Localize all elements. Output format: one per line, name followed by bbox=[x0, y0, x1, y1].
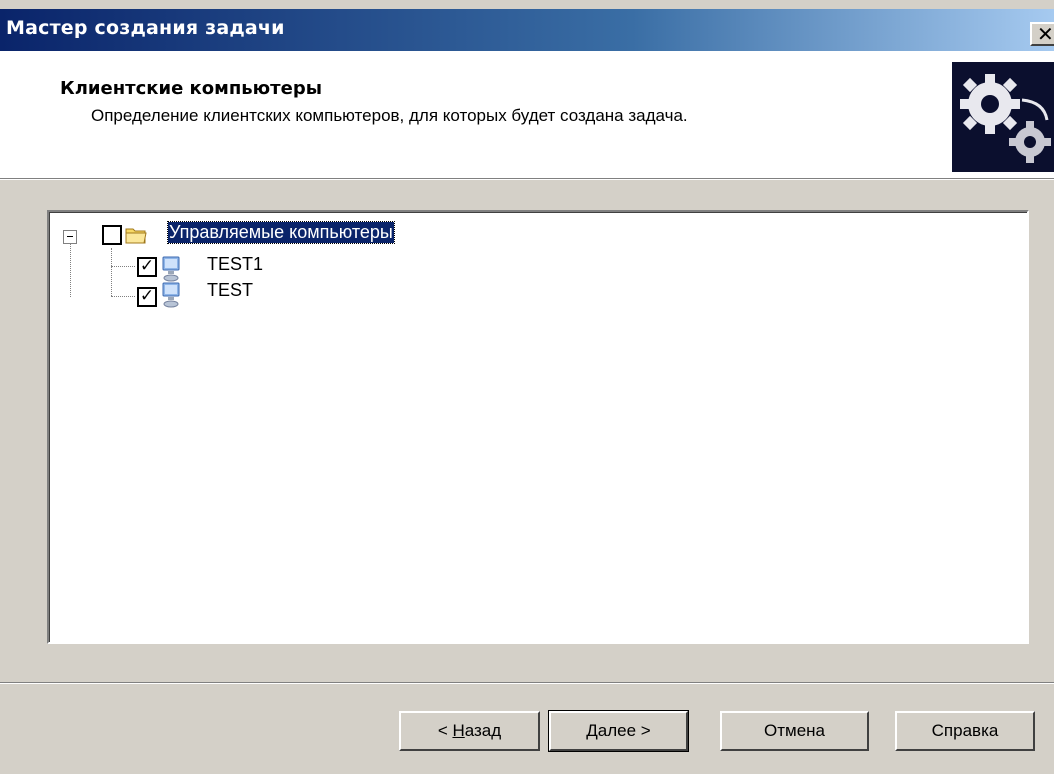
computer-icon bbox=[162, 256, 180, 282]
footer-separator bbox=[0, 682, 1054, 684]
page-title: Клиентские компьютеры bbox=[60, 78, 322, 99]
checkbox-test[interactable]: ✓ bbox=[137, 287, 157, 307]
help-button[interactable]: Справка bbox=[895, 711, 1035, 751]
next-accelerator: Д bbox=[586, 721, 598, 740]
cancel-button-label: Отмена bbox=[764, 721, 825, 740]
tree-item-managed-computers[interactable]: Управляемые компьютеры bbox=[49, 221, 549, 245]
window-title: Мастер создания задачи bbox=[6, 17, 285, 39]
back-button[interactable]: < Назад bbox=[399, 711, 540, 751]
tree-label-managed-computers[interactable]: Управляемые компьютеры bbox=[167, 221, 395, 244]
help-button-label: Справка bbox=[931, 721, 999, 740]
back-rest: азад bbox=[464, 721, 502, 740]
header-panel: Клиентские компьютеры Определение клиент… bbox=[0, 51, 1054, 178]
checkbox-test1[interactable]: ✓ bbox=[137, 257, 157, 277]
cancel-button[interactable]: Отмена bbox=[720, 711, 869, 751]
page-subtitle: Определение клиентских компьютеров, для … bbox=[91, 106, 688, 125]
tree-label-test1[interactable]: TEST1 bbox=[207, 254, 263, 275]
close-button[interactable]: ✕ bbox=[1030, 22, 1054, 46]
close-icon: ✕ bbox=[1037, 22, 1054, 46]
header-separator bbox=[0, 178, 1054, 180]
wizard-window: Мастер создания задачи ✕ Клиентские комп… bbox=[0, 0, 1054, 774]
computer-icon bbox=[162, 282, 180, 308]
tree-item-test1[interactable]: ✓ TEST1 bbox=[49, 254, 449, 282]
next-button[interactable]: Далее > bbox=[548, 710, 689, 752]
next-rest: алее bbox=[597, 721, 637, 740]
tree-label-test[interactable]: TEST bbox=[207, 280, 253, 301]
checkbox-managed-computers[interactable] bbox=[102, 225, 122, 245]
tree-item-test[interactable]: ✓ TEST bbox=[49, 280, 449, 308]
wizard-gears-icon bbox=[952, 62, 1054, 172]
back-prefix: < bbox=[437, 721, 453, 740]
collapse-minus-icon[interactable] bbox=[63, 230, 77, 244]
next-suffix: > bbox=[636, 721, 651, 740]
back-button-label: < Назад bbox=[438, 721, 501, 740]
computers-tree[interactable]: Управляемые компьютеры ✓ TEST1 ✓ TEST bbox=[47, 210, 1029, 644]
back-accelerator: Н bbox=[452, 721, 465, 740]
title-bar[interactable]: Мастер создания задачи ✕ bbox=[0, 9, 1054, 51]
folder-icon bbox=[125, 228, 147, 244]
next-button-label: Далее > bbox=[586, 721, 650, 740]
